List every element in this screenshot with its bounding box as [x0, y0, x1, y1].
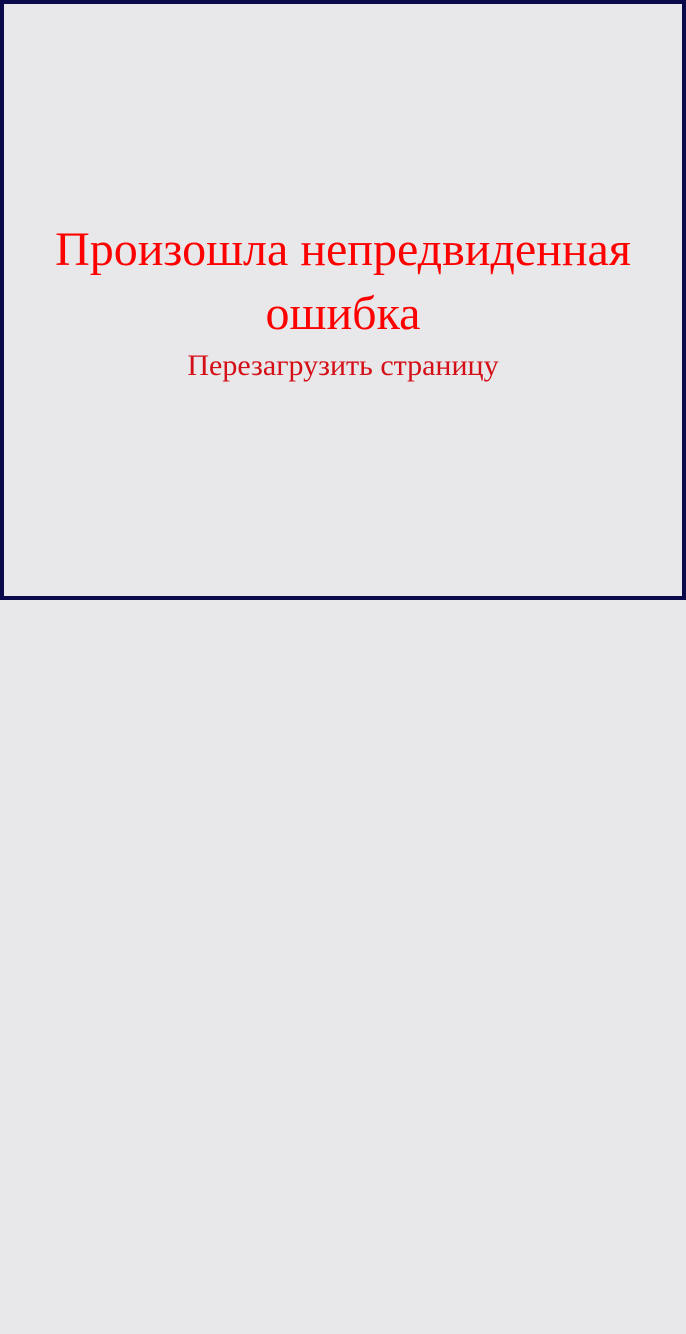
reload-page-link[interactable]: Перезагрузить страницу	[4, 346, 682, 386]
error-panel: Произошла непредвиденная ошибка Перезагр…	[0, 0, 686, 600]
error-title: Произошла непредвиденная ошибка	[55, 223, 631, 340]
